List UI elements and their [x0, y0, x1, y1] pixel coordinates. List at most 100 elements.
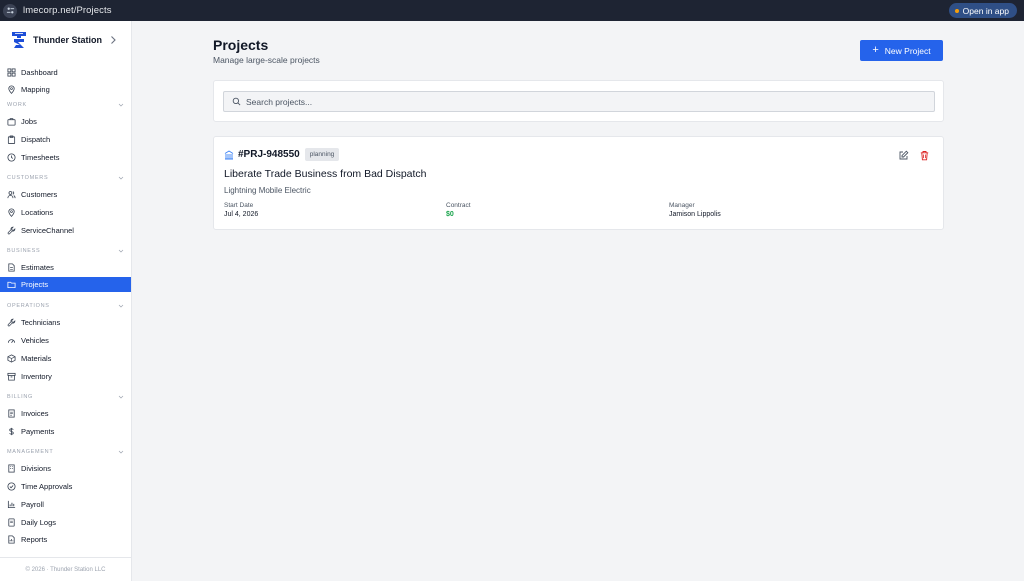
project-name[interactable]: Liberate Trade Business from Bad Dispatc…: [224, 168, 427, 180]
sidebar-item-dashboard[interactable]: Dashboard: [0, 65, 131, 80]
brand-header[interactable]: Thunder Station: [0, 21, 131, 59]
sidebar-item-label: Dashboard: [21, 68, 58, 77]
users-icon: [7, 191, 16, 199]
sidebar-item-label: Time Approvals: [21, 482, 73, 491]
field-label: Manager: [669, 202, 695, 209]
project-card[interactable]: #PRJ-948550 planning Liberate Trade Busi…: [213, 136, 944, 230]
section-label: BUSINESS: [7, 248, 41, 254]
sidebar-item-timesheets[interactable]: Timesheets: [0, 150, 131, 165]
report-icon: [8, 535, 15, 544]
sidebar-item-locations[interactable]: Locations: [0, 205, 131, 220]
brand-name: Thunder Station: [33, 35, 102, 45]
sidebar-item-label: Divisions: [21, 464, 52, 473]
check-circle-icon: [7, 482, 16, 491]
search-input[interactable]: [246, 96, 926, 107]
map-pin-icon: [8, 85, 15, 94]
status-badge: planning: [304, 148, 340, 161]
sidebar-item-time-approvals[interactable]: Time Approvals: [0, 479, 131, 494]
field-value: Jul 4, 2026: [224, 211, 259, 218]
sidebar-item-estimates[interactable]: Estimates: [0, 260, 131, 275]
page-subtitle: Manage large-scale projects: [213, 55, 320, 65]
search-box[interactable]: [223, 91, 935, 112]
sidebar-item-materials[interactable]: Materials: [0, 351, 131, 366]
chevron-down-icon: [118, 103, 124, 107]
sidebar-item-reports[interactable]: Reports: [0, 532, 131, 547]
app-icon: [954, 8, 959, 13]
sidebar-item-label: Locations: [21, 208, 54, 217]
grid-icon: [7, 68, 16, 77]
chevron-right-icon[interactable]: [107, 34, 119, 46]
notebook-icon: [8, 518, 15, 527]
sidebar-item-label: Payments: [21, 427, 55, 436]
field-label: Start Date: [224, 202, 254, 209]
open-in-app-button[interactable]: Open in app: [948, 3, 1017, 18]
open-in-app-label: Open in app: [962, 5, 1009, 16]
sidebar-item-vehicles[interactable]: Vehicles: [0, 333, 131, 348]
sidebar-item-label: Projects: [21, 280, 49, 289]
sidebar-item-daily-logs[interactable]: Daily Logs: [0, 515, 131, 530]
section-management[interactable]: MANAGEMENT: [0, 447, 131, 457]
start-date-field: Start Date Jul 4, 2026: [224, 202, 258, 218]
contract-field: Contract $0: [446, 202, 471, 218]
plus-icon: +: [872, 44, 879, 56]
section-business[interactable]: BUSINESS: [0, 246, 131, 256]
briefcase-icon: [7, 118, 16, 126]
section-customers[interactable]: CUSTOMERS: [0, 173, 131, 183]
sidebar-item-projects[interactable]: Projects: [0, 277, 131, 292]
gauge-icon: [7, 339, 16, 343]
sidebar-item-invoices[interactable]: Invoices: [0, 406, 131, 421]
sidebar-item-payroll[interactable]: Payroll: [0, 497, 131, 512]
section-label: MANAGEMENT: [7, 449, 54, 455]
sidebar-item-label: Technicians: [21, 318, 61, 327]
building-icon: [8, 464, 15, 473]
section-label: BILLING: [7, 394, 33, 400]
new-project-label: New Project: [884, 45, 931, 56]
edit-icon[interactable]: [898, 150, 909, 161]
thunder-station-logo-icon: [12, 32, 26, 48]
field-label: Contract: [446, 202, 471, 209]
sidebar-item-label: Payroll: [21, 500, 44, 509]
document-icon: [8, 263, 15, 272]
field-value: $0: [446, 211, 454, 218]
location-pin-icon: [8, 208, 15, 217]
page-title: Projects: [213, 37, 269, 53]
bar-chart-icon: [7, 500, 16, 509]
sidebar-item-jobs[interactable]: Jobs: [0, 114, 131, 129]
url-text[interactable]: lmecorp.net/Projects: [23, 5, 112, 16]
project-client: Lightning Mobile Electric: [224, 186, 311, 195]
sidebar-item-label: Materials: [21, 354, 52, 363]
trash-icon[interactable]: [919, 150, 930, 161]
sidebar-item-label: Mapping: [21, 85, 50, 94]
sidebar-item-divisions[interactable]: Divisions: [0, 461, 131, 476]
project-header: #PRJ-948550 planning: [224, 148, 340, 161]
field-value: Jamison Lippolis: [669, 211, 721, 218]
sidebar-item-label: ServiceChannel: [21, 226, 74, 235]
section-billing[interactable]: BILLING: [0, 392, 131, 402]
tool-icon: [7, 318, 16, 327]
section-operations[interactable]: OPERATIONS: [0, 301, 131, 311]
site-settings-icon[interactable]: [3, 3, 17, 18]
sidebar-item-servicechannel[interactable]: ServiceChannel: [0, 223, 131, 238]
sidebar-item-dispatch[interactable]: Dispatch: [0, 132, 131, 147]
section-work[interactable]: WORK: [0, 100, 131, 110]
sidebar-item-customers[interactable]: Customers: [0, 187, 131, 202]
invoice-icon: [8, 409, 15, 418]
wrench-icon: [7, 226, 16, 235]
chevron-down-icon: [118, 395, 124, 399]
sidebar-item-mapping[interactable]: Mapping: [0, 82, 131, 97]
new-project-button[interactable]: + New Project: [860, 40, 943, 61]
sidebar-item-label: Timesheets: [21, 153, 60, 162]
chevron-down-icon: [118, 176, 124, 180]
sidebar-item-label: Reports: [21, 535, 48, 544]
sidebar-item-technicians[interactable]: Technicians: [0, 315, 131, 330]
sidebar-item-inventory[interactable]: Inventory: [0, 369, 131, 384]
sidebar-item-payments[interactable]: Payments: [0, 424, 131, 439]
sidebar-item-label: Customers: [21, 190, 58, 199]
building-columns-icon: [224, 149, 234, 159]
section-label: CUSTOMERS: [7, 175, 49, 181]
sidebar-item-label: Jobs: [21, 117, 37, 126]
sidebar-item-label: Invoices: [21, 409, 49, 418]
browser-bar: lmecorp.net/Projects Open in app: [0, 0, 1024, 21]
clock-icon: [7, 153, 16, 162]
sidebar-item-label: Estimates: [21, 263, 54, 272]
